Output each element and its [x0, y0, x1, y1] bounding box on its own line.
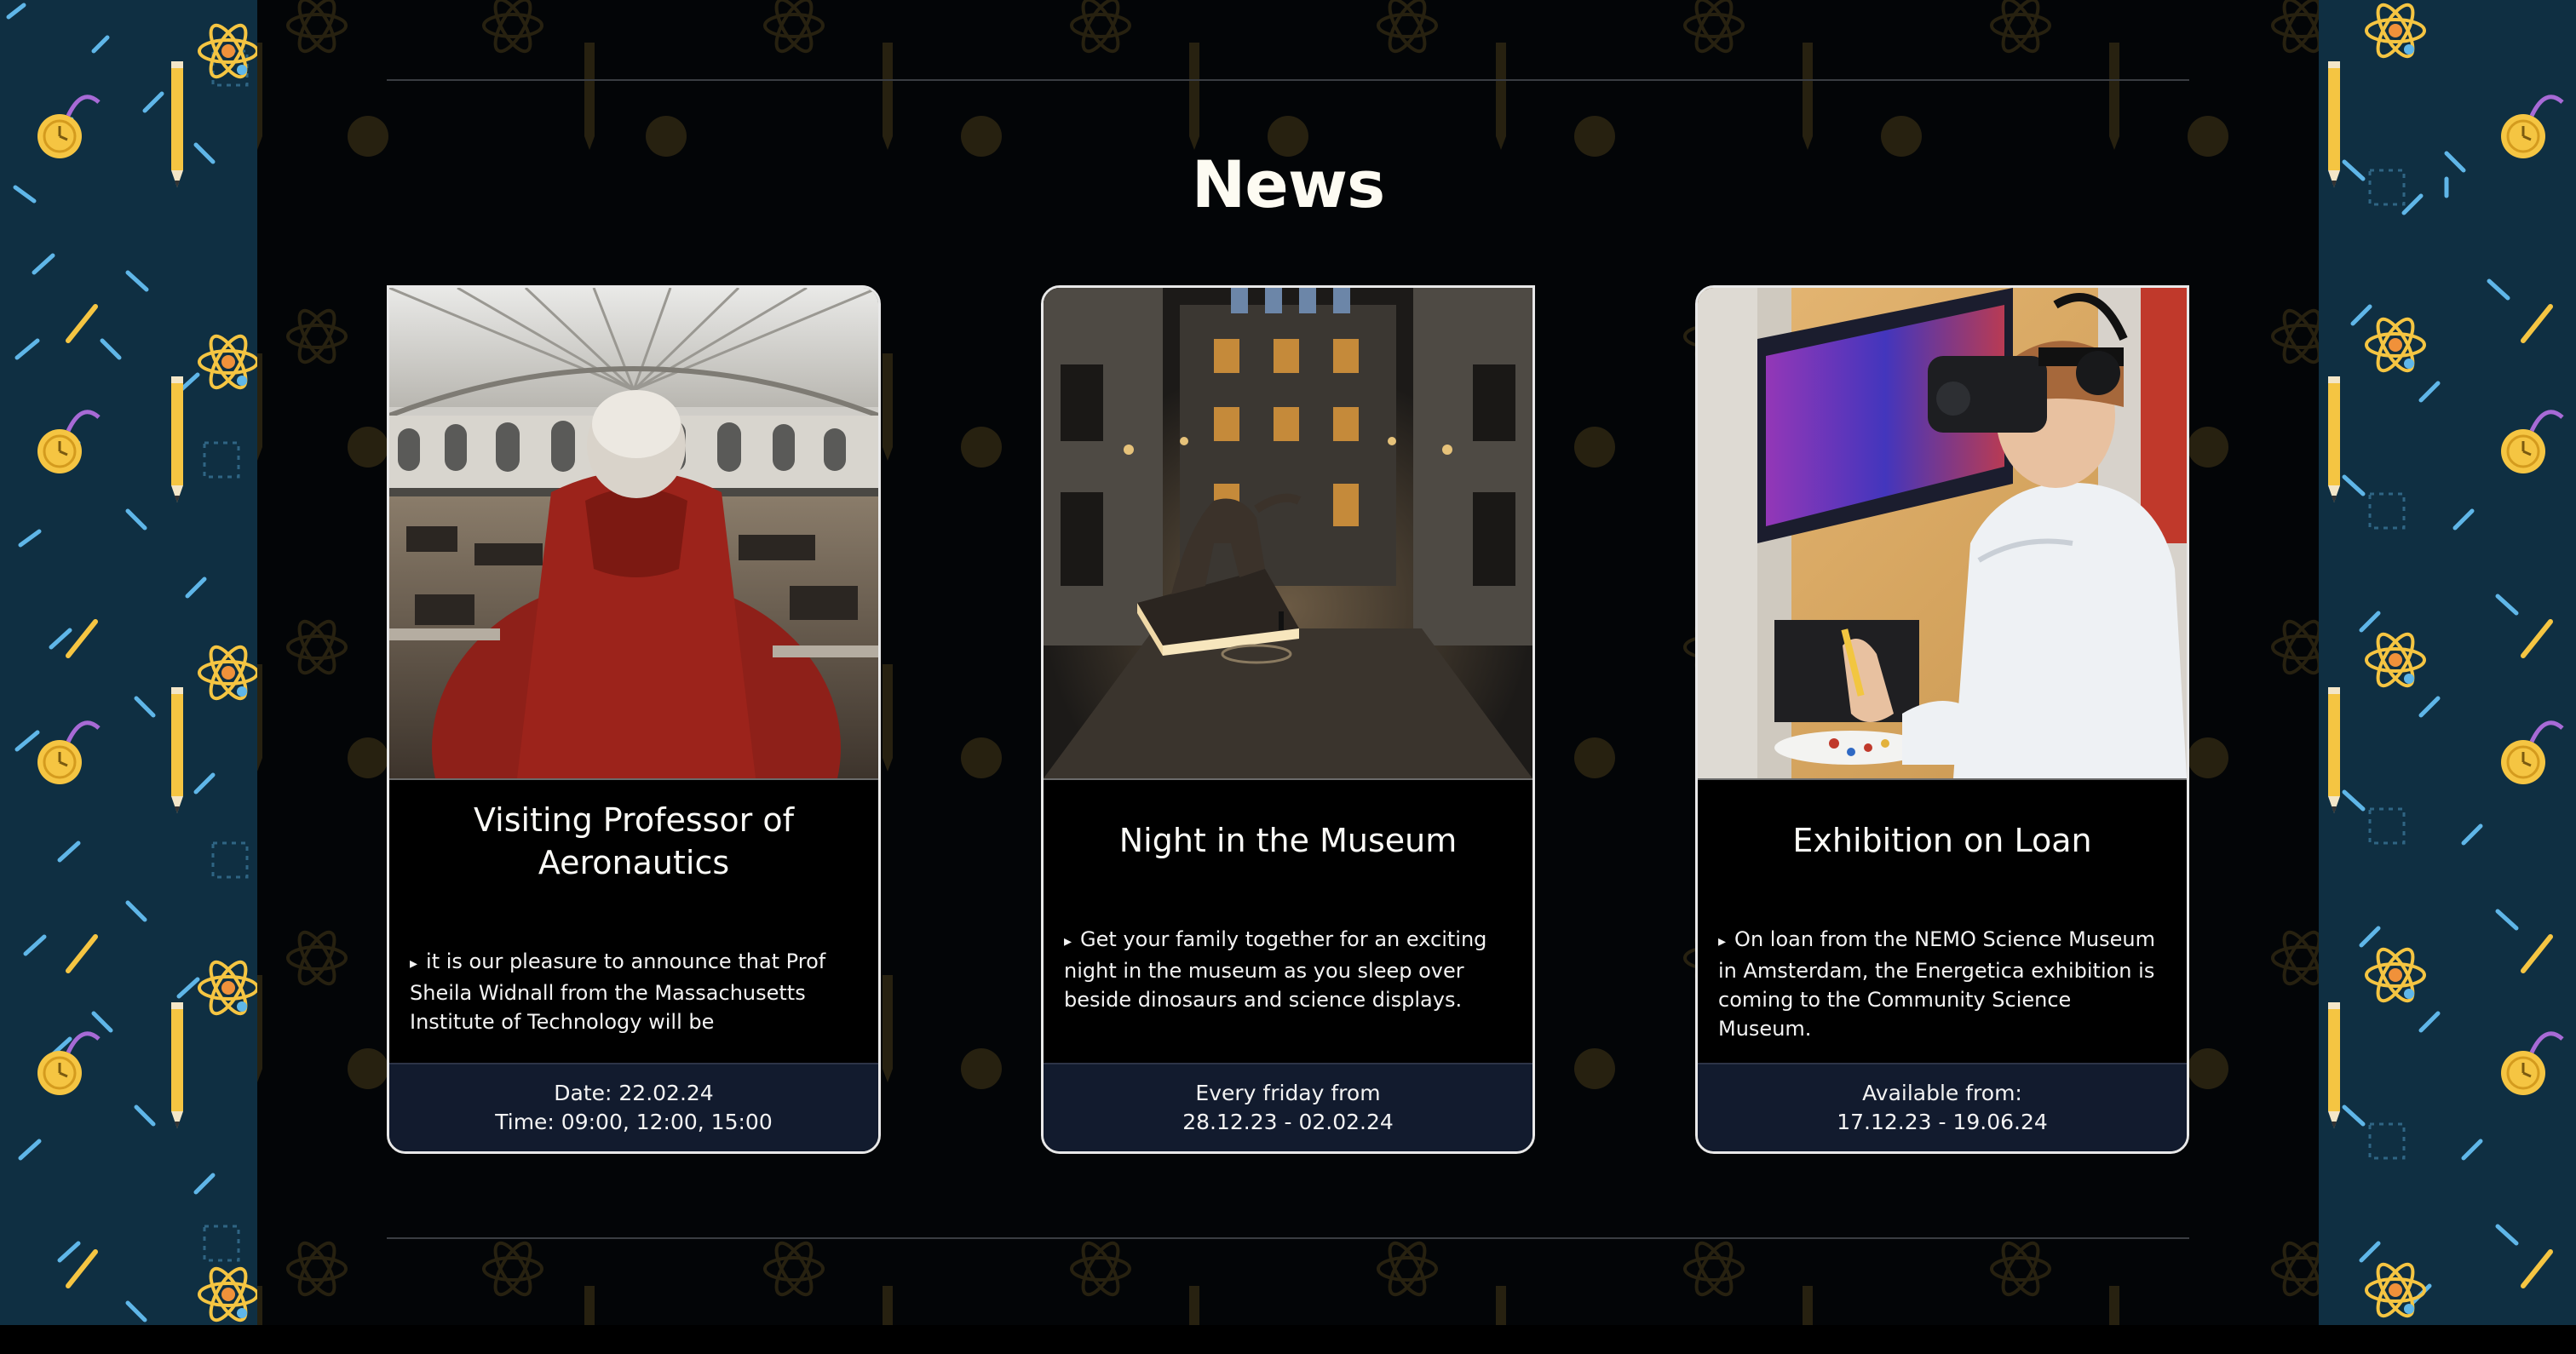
event-date: Date: 22.02.24 [554, 1081, 714, 1105]
card-date-footer: Available from: 17.12.23 - 19.06.24 [1698, 1063, 2187, 1151]
photo-visitor-in-red-jacket [389, 288, 878, 778]
availability-date-range: 17.12.23 - 19.06.24 [1837, 1110, 2048, 1134]
card-date-footer: Date: 22.02.24 Time: 09:00, 12:00, 15:00 [389, 1063, 878, 1151]
card-summary: ▸ Get your family together for an excitin… [1064, 925, 1514, 1014]
card-divider [1044, 778, 1532, 780]
bottom-divider [387, 1237, 2189, 1239]
event-date-range: 28.12.23 - 02.02.24 [1182, 1110, 1394, 1134]
card-divider [389, 778, 878, 780]
card-title: Night in the Museum [1118, 822, 1458, 859]
card-image-museum-hall [1044, 288, 1532, 778]
card-divider [1698, 778, 2187, 780]
bullet-arrow-icon: ▸ [410, 955, 418, 972]
card-date-footer: Every friday from 28.12.23 - 02.02.24 [1044, 1063, 1532, 1151]
bullet-arrow-icon: ▸ [1064, 932, 1072, 950]
card-summary: ▸ it is our pleasure to announce that Pro… [410, 947, 860, 1036]
card-summary-text: it is our pleasure to announce that Prof… [410, 950, 826, 1034]
bullet-arrow-icon: ▸ [1718, 932, 1727, 950]
card-summary: ▸ On loan from the NEMO Science Museum in… [1718, 925, 2168, 1043]
event-schedule: Every friday from [1195, 1081, 1381, 1105]
card-summary-text: On loan from the NEMO Science Museum in … [1718, 927, 2155, 1041]
photo-dinosaur-exhibit-hall [1044, 288, 1532, 778]
card-image-museum-atrium [389, 288, 878, 778]
card-image-vr-visitor [1698, 288, 2187, 778]
photo-vr-headset-painter [1698, 288, 2187, 778]
top-divider [387, 79, 2189, 81]
news-card-night-in-museum[interactable]: Night in the Museum ▸ Get your family tog… [1041, 285, 1535, 1154]
card-summary-text: Get your family together for an exciting… [1064, 927, 1487, 1012]
card-title: Visiting Professor of Aeronautics [473, 801, 795, 881]
section-title: News [1191, 146, 1386, 222]
card-title: Exhibition on Loan [1792, 822, 2092, 859]
news-card-exhibition-on-loan[interactable]: Exhibition on Loan ▸ On loan from the NEM… [1695, 285, 2189, 1154]
event-times: Time: 09:00, 12:00, 15:00 [495, 1110, 773, 1134]
availability-label: Available from: [1862, 1081, 2022, 1105]
window-bottom-bar [0, 1325, 2576, 1354]
news-card-visiting-professor[interactable]: Visiting Professor of Aeronautics ▸ it is… [387, 285, 881, 1154]
